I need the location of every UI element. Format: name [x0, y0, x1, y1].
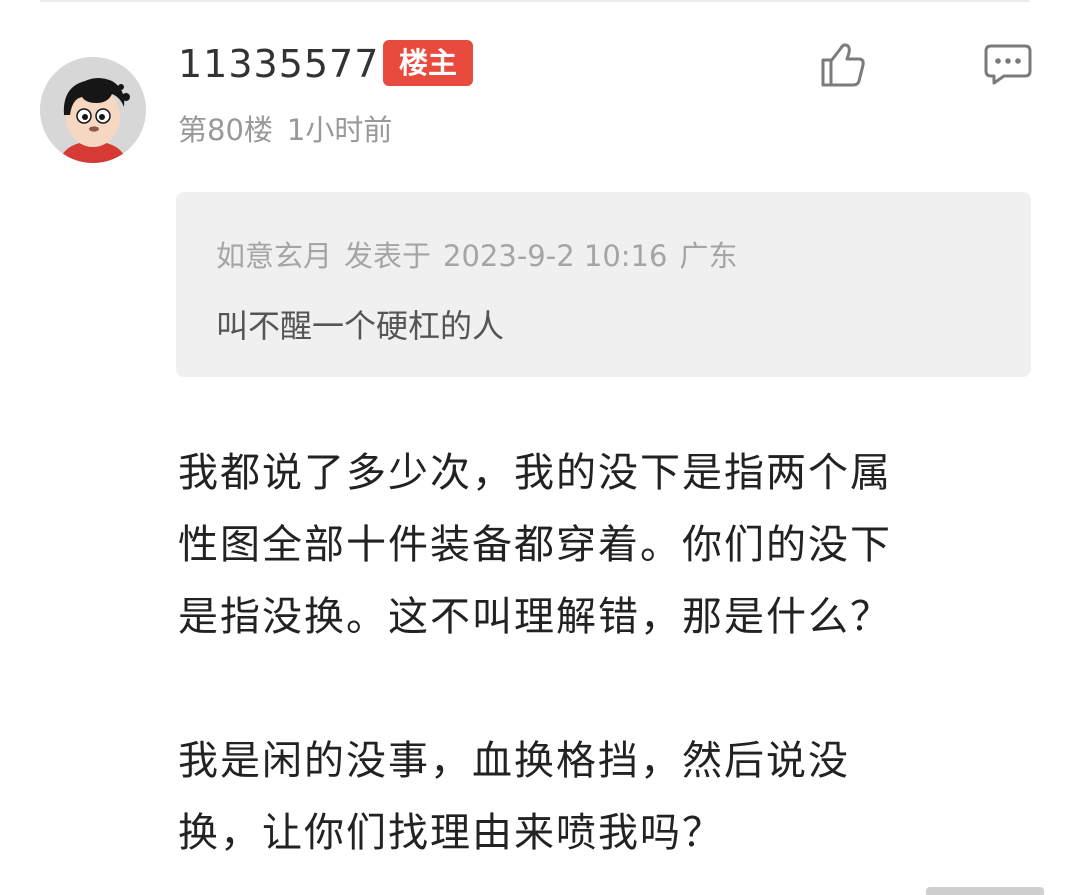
paragraph-line: 性图全部十件装备都穿着。你们的没下 — [178, 522, 892, 568]
post-meta: 第80楼 1小时前 — [178, 108, 392, 152]
paragraph-line: 我都说了多少次，我的没下是指两个属 — [178, 450, 892, 496]
avatar[interactable] — [40, 57, 146, 163]
cartoon-boy-avatar-icon — [40, 57, 146, 163]
quote-text: 叫不醒一个硬杠的人 — [216, 307, 505, 345]
quote-author: 如意玄月 — [216, 239, 333, 273]
op-badge: 楼主 — [383, 40, 473, 86]
paragraph-line: 换，让你们找理由来喷我吗？ — [178, 810, 724, 856]
quote-posted-label: 发表于 — [344, 239, 432, 273]
thumbs-up-icon — [821, 43, 865, 87]
quoted-reply[interactable]: 如意玄月 发表于 2023-9-2 10:16 广东 叫不醒一个硬杠的人 — [176, 192, 1031, 377]
like-button[interactable] — [818, 40, 868, 88]
comment-page: 11335577 楼主 第80楼 1小时前 如意玄月 发表于 2023-9-2 10:… — [0, 0, 1075, 895]
top-divider — [40, 0, 1030, 2]
reply-button[interactable] — [983, 42, 1033, 86]
comment-paragraph-1: 我都说了多少次，我的没下是指两个属 性图全部十件装备都穿着。你们的没下 是指没换… — [178, 437, 998, 653]
post-time: 1小时前 — [286, 113, 393, 147]
comment-paragraph-2: 我是闲的没事，血换格挡，然后说没 换，让你们找理由来喷我吗？ — [178, 725, 998, 869]
username[interactable]: 11335577 — [178, 38, 379, 90]
scroll-handle[interactable] — [926, 887, 1044, 895]
paragraph-line: 我是闲的没事，血换格挡，然后说没 — [178, 738, 850, 784]
quote-meta: 如意玄月 发表于 2023-9-2 10:16 广东 — [216, 232, 737, 280]
comment-bubble-icon — [984, 44, 1032, 85]
floor-number: 第80楼 — [178, 113, 273, 147]
paragraph-line: 是指没换。这不叫理解错，那是什么？ — [178, 594, 892, 640]
quote-datetime: 2023-9-2 10:16 — [443, 239, 668, 273]
quote-location: 广东 — [679, 239, 738, 273]
